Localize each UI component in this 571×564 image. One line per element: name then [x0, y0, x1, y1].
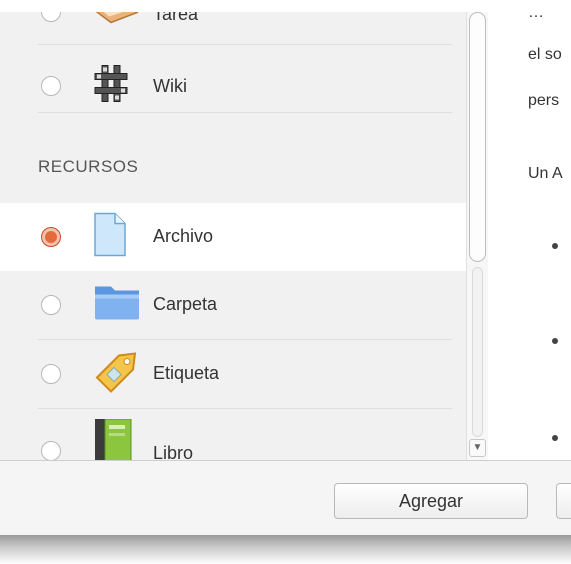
list-item-archivo[interactable]: Archivo [0, 203, 466, 271]
divider [38, 44, 452, 45]
add-button[interactable]: Agregar [334, 483, 528, 519]
dialog-shadow [0, 535, 571, 564]
file-icon [93, 212, 127, 263]
top-strip [0, 0, 571, 12]
book-icon [93, 418, 133, 460]
folder-icon [93, 283, 141, 328]
assignment-icon [93, 12, 139, 32]
list-item-etiqueta[interactable]: Etiqueta [0, 340, 466, 408]
item-label: Carpeta [153, 294, 218, 314]
radio-wiki[interactable] [41, 76, 61, 96]
wiki-icon [93, 64, 129, 109]
divider [38, 408, 452, 409]
list-scrollbar[interactable]: ▼ [466, 12, 488, 460]
scroll-track[interactable] [472, 267, 483, 437]
list-item-tarea[interactable]: Tarea [0, 12, 466, 46]
description-line-cut: … [528, 12, 546, 21]
item-label: Archivo [153, 226, 214, 246]
list-item-carpeta[interactable]: Carpeta [0, 271, 466, 339]
label-tag-icon [93, 350, 139, 399]
radio-tarea[interactable] [41, 12, 61, 22]
module-chooser-list: Tarea Wiki RECURSOS Archivo Carpeta Etiq… [0, 12, 466, 460]
item-label: Tarea [153, 12, 199, 24]
radio-libro[interactable] [41, 441, 61, 460]
description-line: el so [528, 46, 562, 63]
dialog-footer: Agregar [0, 460, 571, 535]
list-item-wiki[interactable]: Wiki [0, 52, 466, 120]
divider [38, 112, 452, 113]
radio-carpeta[interactable] [41, 295, 61, 315]
list-item-libro[interactable]: Libro [0, 417, 466, 460]
section-header-recursos: RECURSOS [38, 157, 139, 176]
item-label: Wiki [153, 76, 187, 96]
bullet-icon [552, 243, 558, 249]
scroll-thumb[interactable] [469, 12, 486, 262]
description-line: pers [528, 92, 560, 109]
cancel-button[interactable] [556, 483, 571, 519]
bullet-icon [552, 435, 558, 441]
item-label: Libro [153, 443, 194, 460]
module-description-panel: … el so pers Un A [488, 12, 571, 460]
radio-etiqueta[interactable] [41, 364, 61, 384]
radio-archivo[interactable] [41, 227, 61, 247]
scroll-down-arrow-icon[interactable]: ▼ [469, 439, 486, 457]
description-line: Un A [528, 165, 563, 182]
item-label: Etiqueta [153, 363, 220, 383]
bullet-icon [552, 338, 558, 344]
